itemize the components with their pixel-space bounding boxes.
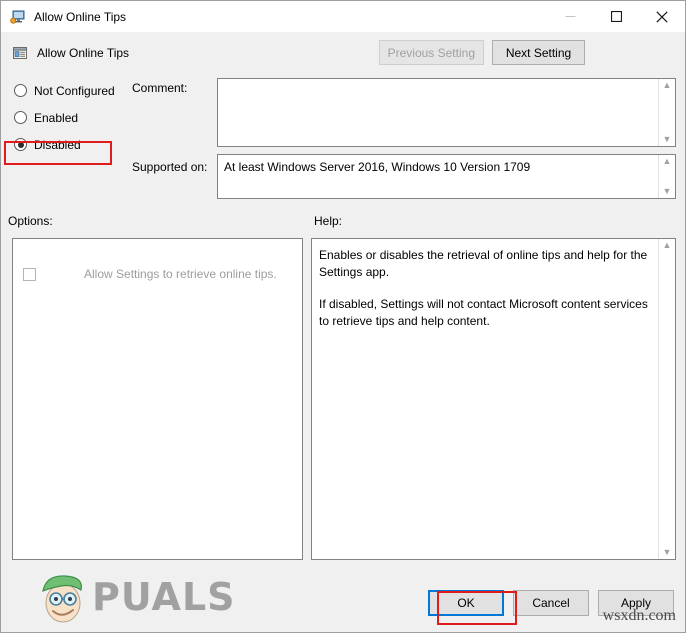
setting-name: Allow Online Tips [37, 45, 130, 60]
setting-header: Allow Online Tips Previous Setting Next … [1, 32, 685, 73]
radio-not-configured-label: Not Configured [34, 83, 115, 98]
comment-scrollbar[interactable]: ▲ ▼ [658, 79, 675, 146]
radio-disabled-label: Disabled [34, 137, 81, 152]
allow-online-tips-checkbox[interactable] [23, 267, 36, 281]
allow-online-tips-label: Allow Settings to retrieve online tips. [84, 267, 277, 281]
scroll-down-icon[interactable]: ▼ [663, 135, 672, 144]
supported-on-label: Supported on: [132, 160, 208, 174]
dialog-footer: OK Cancel Apply [1, 579, 685, 632]
radio-enabled-mark [14, 111, 27, 124]
panel-labels: Options: Help: [1, 208, 685, 238]
allow-online-tips-checkbox-row[interactable]: Allow Settings to retrieve online tips. [23, 266, 295, 283]
scroll-down-icon[interactable]: ▼ [663, 187, 672, 196]
monitor-policy-icon [10, 9, 26, 25]
scroll-up-icon[interactable]: ▲ [663, 157, 672, 166]
close-icon[interactable] [639, 1, 685, 32]
comment-textbox[interactable]: ▲ ▼ [217, 78, 676, 147]
help-paragraph-1: Enables or disables the retrieval of onl… [319, 248, 648, 279]
supported-on-value: At least Windows Server 2016, Windows 10… [224, 160, 531, 174]
ok-button[interactable]: OK [428, 590, 504, 616]
radio-not-configured-mark [14, 84, 27, 97]
cancel-button[interactable]: Cancel [513, 590, 589, 616]
policy-setting-icon [12, 45, 28, 61]
options-panel-body: Allow Settings to retrieve online tips. [13, 239, 302, 559]
previous-setting-button[interactable]: Previous Setting [378, 40, 484, 65]
help-panel-body: Enables or disables the retrieval of onl… [312, 239, 658, 559]
radio-enabled[interactable]: Enabled [12, 104, 132, 131]
radio-enabled-label: Enabled [34, 110, 79, 125]
group-policy-setting-window: Allow Online Tips Allow Online Tips Prev… [0, 0, 686, 633]
radio-disabled-mark [14, 138, 27, 151]
next-setting-button[interactable]: Next Setting [492, 40, 585, 65]
state-radio-group: Not Configured Enabled Disabled [12, 77, 132, 158]
minimize-icon[interactable] [547, 1, 593, 32]
setting-nav-buttons: Previous Setting Next Setting [378, 40, 585, 65]
help-paragraph-2: If disabled, Settings will not contact M… [319, 297, 648, 328]
scroll-up-icon[interactable]: ▲ [663, 241, 672, 250]
window-controls [547, 1, 685, 32]
title-bar: Allow Online Tips [1, 1, 685, 32]
options-panel: Allow Settings to retrieve online tips. [12, 238, 303, 560]
scroll-up-icon[interactable]: ▲ [663, 81, 672, 90]
options-label: Options: [8, 214, 53, 228]
help-scrollbar[interactable]: ▲ ▼ [658, 239, 675, 559]
dialog-action-buttons: OK Cancel Apply [428, 590, 674, 616]
radio-not-configured[interactable]: Not Configured [12, 77, 132, 104]
help-label: Help: [314, 214, 343, 228]
comment-label: Comment: [132, 81, 188, 95]
comment-value[interactable] [218, 79, 658, 146]
help-panel: Enables or disables the retrieval of onl… [311, 238, 676, 560]
window-title: Allow Online Tips [34, 9, 127, 24]
apply-button[interactable]: Apply [598, 590, 674, 616]
configuration-area: Not Configured Enabled Disabled Comment:… [1, 73, 685, 208]
scroll-down-icon[interactable]: ▼ [663, 548, 672, 557]
panels-area: Allow Settings to retrieve online tips. … [1, 238, 685, 579]
radio-disabled[interactable]: Disabled [12, 131, 132, 158]
maximize-icon[interactable] [593, 1, 639, 32]
supported-on-textbox: At least Windows Server 2016, Windows 10… [217, 154, 676, 199]
supported-on-scrollbar[interactable]: ▲ ▼ [658, 155, 675, 198]
